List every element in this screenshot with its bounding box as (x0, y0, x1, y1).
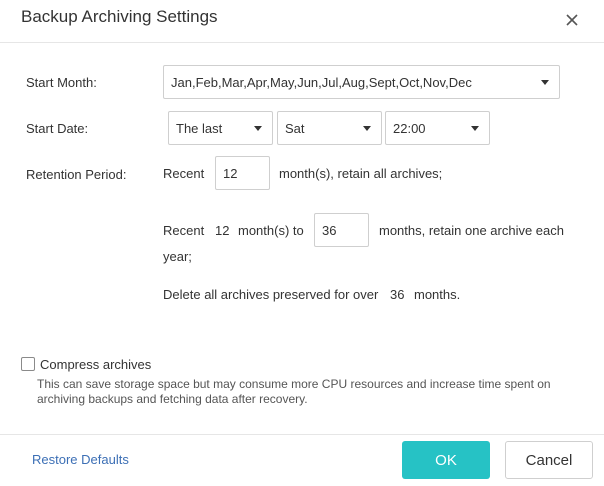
retention-line2-wrap: year; (163, 249, 192, 264)
start-date-week-select[interactable]: The last (168, 111, 273, 145)
start-date-day-select[interactable]: Sat (277, 111, 382, 145)
retention-line3-prefix: Delete all archives preserved for over (163, 287, 379, 302)
start-date-time-value: 22:00 (393, 120, 426, 136)
start-date-week-value: The last (176, 120, 223, 136)
restore-defaults-link[interactable]: Restore Defaults (32, 452, 129, 467)
header-divider (0, 42, 604, 43)
ok-button[interactable]: OK (402, 441, 490, 479)
start-month-value: Jan,Feb,Mar,Apr,May,Jun,Jul,Aug,Sept,Oct… (171, 74, 472, 90)
retain-all-months-input[interactable] (215, 156, 270, 190)
start-month-select[interactable]: Jan,Feb,Mar,Apr,May,Jun,Jul,Aug,Sept,Oct… (163, 65, 560, 99)
chevron-down-icon (254, 126, 262, 131)
retention-line3-value: 36 (390, 287, 405, 302)
dialog-title: Backup Archiving Settings (21, 7, 218, 26)
close-icon[interactable] (564, 12, 580, 28)
retention-line2-mid: month(s) to (238, 223, 304, 238)
compress-archives-label[interactable]: Compress archives (40, 357, 151, 373)
retention-line2-prefix: Recent (163, 223, 205, 238)
start-date-day-value: Sat (285, 120, 305, 136)
start-date-time-select[interactable]: 22:00 (385, 111, 490, 145)
chevron-down-icon (363, 126, 371, 131)
retention-line2-value: 12 (215, 223, 230, 238)
footer-divider (0, 434, 604, 435)
compress-archives-note: This can save storage space but may cons… (37, 377, 551, 406)
compress-archives-checkbox[interactable] (21, 357, 35, 371)
retain-yearly-months-input[interactable] (314, 213, 369, 247)
cancel-button[interactable]: Cancel (505, 441, 593, 479)
retention-period-label: Retention Period: (26, 167, 127, 182)
start-date-label: Start Date: (26, 121, 89, 136)
chevron-down-icon (541, 80, 549, 85)
chevron-down-icon (471, 126, 479, 131)
retention-line2-suffix: months, retain one archive each (379, 223, 564, 238)
retention-line1-suffix: month(s), retain all archives; (279, 166, 443, 181)
retention-line1-prefix: Recent (163, 166, 205, 181)
start-month-label: Start Month: (26, 75, 97, 90)
backup-archiving-dialog: Backup Archiving Settings Start Month: J… (0, 0, 604, 486)
retention-line3-suffix: months. (414, 287, 461, 302)
